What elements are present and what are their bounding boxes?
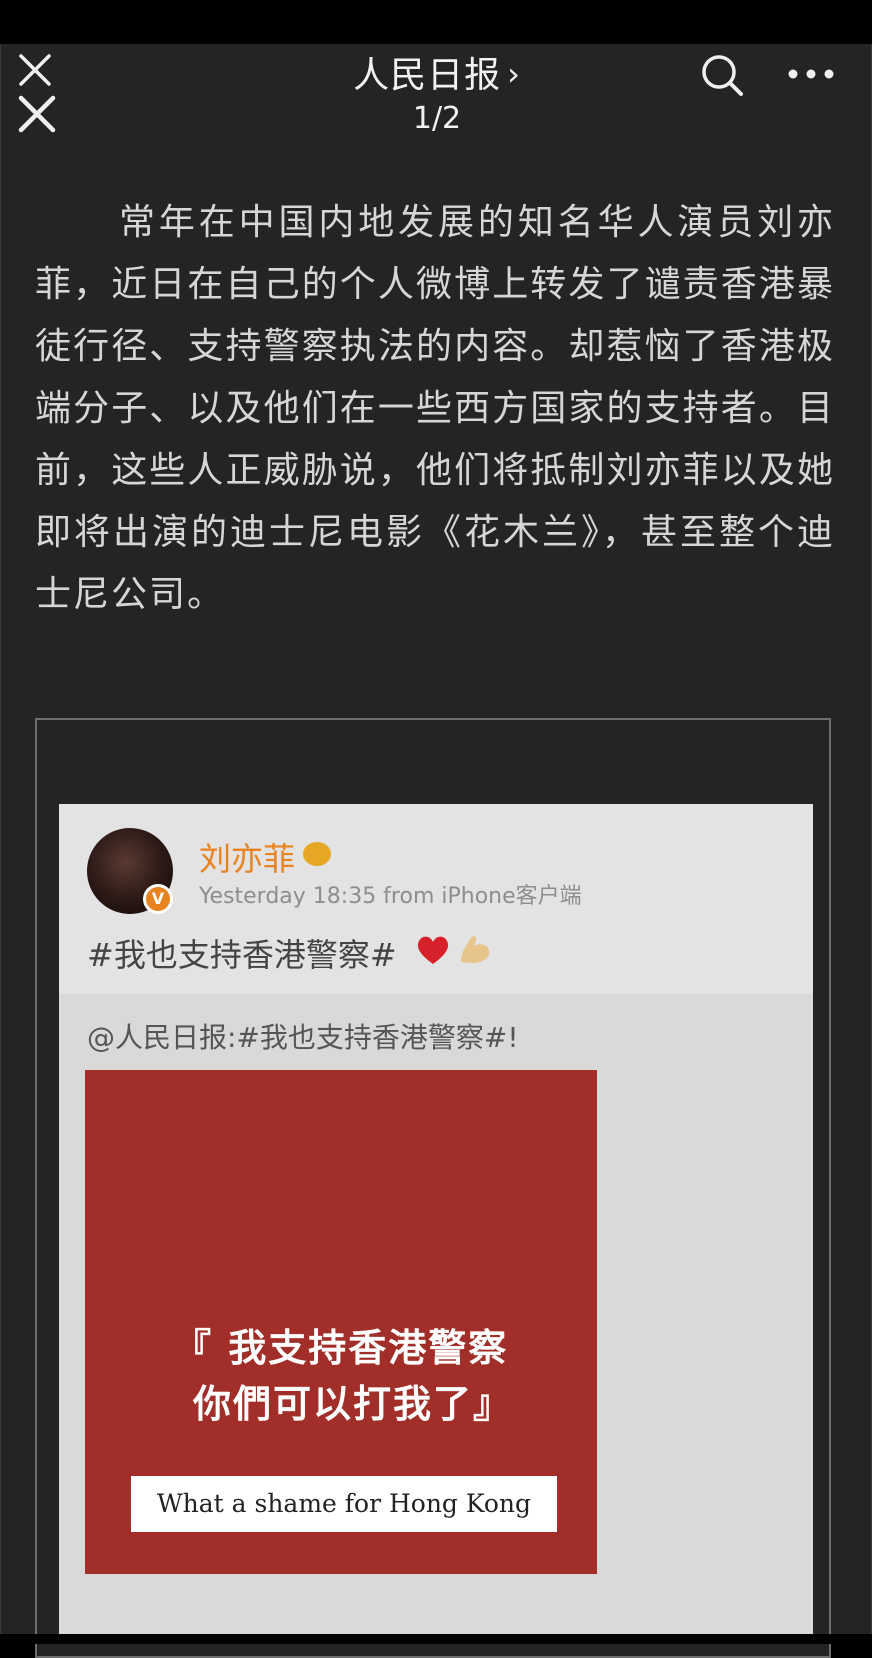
poster-text: 『 我支持香港警察 你們可以打我了』 xyxy=(173,1320,513,1432)
weibo-post-text: #我也支持香港警察# xyxy=(87,936,397,974)
repost-text: @人民日报:#我也支持香港警察#! xyxy=(87,1021,519,1054)
account-name: 人民日报 xyxy=(353,55,502,96)
weibo-post-meta: Yesterday 18:35 from iPhone客户端 xyxy=(199,884,582,909)
weibo-user-name: 刘亦菲 xyxy=(199,840,296,878)
search-icon[interactable] xyxy=(697,50,749,102)
viewer-screen: 人民日报 › 1/2 常年在中国内地发展的知名华人演员刘亦菲，近日在自己的个人微博… xyxy=(0,44,872,1658)
muscle-icon xyxy=(461,936,490,963)
article-paragraph: 常年在中国内地发展的知名华人演员刘亦菲，近日在自己的个人微博上转发了谴责香港暴徒… xyxy=(35,202,835,615)
embedded-image[interactable]: V 刘亦菲 Yesterday 18:35 from iPhone客户端 #我也… xyxy=(35,718,831,1658)
repost-box: @人民日报:#我也支持香港警察#! 『 我支持香港警察 你們可以打我了』 Wha… xyxy=(59,994,813,1640)
more-icon[interactable] xyxy=(781,54,841,94)
crown-icon xyxy=(303,842,331,866)
poster-image: 『 我支持香港警察 你們可以打我了』 What a shame for Hong… xyxy=(85,1070,597,1574)
poster-caption: What a shame for Hong Kong xyxy=(131,1476,557,1532)
heart-icon xyxy=(417,936,449,964)
chevron-right-icon: › xyxy=(507,55,521,93)
page-counter: 1/2 xyxy=(412,101,462,136)
weibo-screenshot: V 刘亦菲 Yesterday 18:35 from iPhone客户端 #我也… xyxy=(59,804,813,1640)
poster-line-1: 『 我支持香港警察 xyxy=(173,1326,509,1370)
account-name-link[interactable]: 人民日报 › xyxy=(353,52,521,100)
bottom-bar xyxy=(0,1634,872,1644)
poster-line-2: 你們可以打我了』 xyxy=(193,1382,514,1426)
verified-badge: V xyxy=(143,884,173,914)
